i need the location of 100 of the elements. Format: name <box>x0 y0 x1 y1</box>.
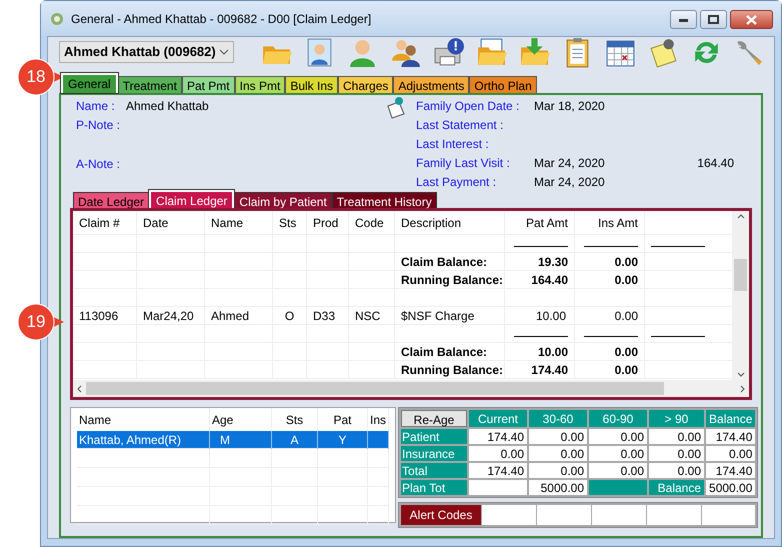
printer-icon[interactable] <box>432 36 465 68</box>
tab[interactable]: Charges <box>338 76 394 93</box>
table-cell: 0.00 <box>529 446 588 461</box>
table-cell: 174.40 <box>469 463 528 478</box>
maximize-icon <box>708 15 719 24</box>
field-value: 164.40 <box>697 154 735 172</box>
table-cell: 0.00 <box>575 271 645 289</box>
table-cell: 0.00 <box>649 446 704 461</box>
table-cell: Running Balance: <box>395 361 505 379</box>
alert-code-slot <box>702 505 756 525</box>
tab[interactable]: Bulk Ins <box>285 76 338 93</box>
table-cell: 174.40 <box>706 429 756 444</box>
column-header: Current <box>469 410 528 427</box>
chevron-down-icon <box>219 49 229 55</box>
tab[interactable]: Date Ledger <box>73 192 150 208</box>
tab[interactable]: Ortho Plan <box>469 76 537 93</box>
table-cell: 164.40 <box>505 271 575 289</box>
tab[interactable]: Claim by Patient <box>234 192 332 208</box>
column-header[interactable]: Ins Amt <box>575 211 645 234</box>
table-cell: 5000.00 <box>529 480 588 495</box>
tab[interactable]: Claim Ledger <box>149 190 234 208</box>
scroll-right-icon <box>740 384 745 392</box>
alert-code-slot <box>592 505 646 525</box>
list-row[interactable]: Khattab, Ahmed(R) M A Y <box>77 431 390 449</box>
column-header: Balance <box>706 410 756 427</box>
table-cell: 19.30 <box>505 253 575 271</box>
column-header[interactable]: Prod <box>307 211 349 234</box>
table-cell: 0.00 <box>529 463 588 478</box>
tab[interactable]: Treatment <box>118 76 182 93</box>
row-header: Insurance <box>401 446 468 461</box>
field-label: Family Open Date : <box>416 98 520 114</box>
column-header[interactable]: Code <box>349 211 395 234</box>
column-header[interactable]: Pat Amt <box>505 211 575 234</box>
field-value: Ahmed Khattab <box>126 98 209 114</box>
app-icon <box>49 10 65 26</box>
window-title: General - Ahmed Khattab - 009682 - D00 [Claim Ledger] <box>71 10 372 28</box>
table-cell: D33 <box>307 307 349 325</box>
column-header[interactable]: Name <box>205 211 273 234</box>
row-header: Total <box>401 463 468 478</box>
table-cell: 10.00 <box>505 307 575 325</box>
maximize-button[interactable] <box>700 10 727 29</box>
field-label: Name : <box>76 98 116 114</box>
table-cell: 0.00 <box>589 446 648 461</box>
close-icon <box>746 14 757 24</box>
table-cell: 0.00 <box>649 463 704 478</box>
scroll-up-icon <box>736 214 744 219</box>
scroll-thumb[interactable] <box>86 382 664 395</box>
field-label: Last Interest : <box>416 136 490 152</box>
minimize-icon <box>679 18 688 22</box>
tab[interactable]: Treatment History <box>332 192 437 208</box>
alert-code-slot <box>536 505 591 525</box>
table-cell: 174.40 <box>469 429 528 444</box>
scroll-thumb[interactable] <box>734 259 747 291</box>
table-cell: O <box>273 307 307 325</box>
alert-code-slot <box>482 505 536 525</box>
alert-codes-button[interactable]: Alert Codes <box>401 505 482 525</box>
table-cell: 0.00 <box>589 463 648 478</box>
table-cell: Running Balance: <box>395 271 505 289</box>
tab[interactable]: Ins Pmt <box>234 76 286 93</box>
field-label: P-Note : <box>76 116 122 134</box>
re-age-button[interactable]: Re-Age <box>401 410 468 427</box>
minimize-button[interactable] <box>670 10 697 29</box>
vertical-scrollbar[interactable] <box>732 211 749 380</box>
row-header: Plan Tot <box>401 480 468 495</box>
field-label: Last Statement : <box>416 116 504 134</box>
table-cell: 174.40 <box>505 361 575 379</box>
alert-code-slot <box>646 505 701 525</box>
horizontal-scrollbar[interactable] <box>73 380 749 397</box>
field-label: A-Note : <box>76 156 122 172</box>
field-label: Last Payment : <box>416 174 498 190</box>
table-cell: $NSF Charge <box>395 307 505 325</box>
close-button[interactable] <box>730 10 773 29</box>
table-cell: Ahmed <box>205 307 273 325</box>
row-header: Balance <box>649 480 704 495</box>
tab[interactable]: Pat Pmt <box>182 76 235 93</box>
field-value: Mar 24, 2020 <box>534 174 606 190</box>
field-value: Mar 18, 2020 <box>534 98 606 114</box>
table-cell: 0.00 <box>529 429 588 444</box>
table-cell: 5000.00 <box>706 480 756 495</box>
table-cell: 113096 <box>73 307 137 325</box>
row-header: Patient <box>401 429 468 444</box>
tab[interactable]: General <box>61 73 118 93</box>
table-cell: 0.00 <box>575 307 645 325</box>
scroll-down-icon <box>736 372 744 377</box>
table-cell: 0.00 <box>575 253 645 271</box>
table-cell: 0.00 <box>649 429 704 444</box>
table-cell: NSC <box>349 307 395 325</box>
tab[interactable]: Adjustments <box>393 76 470 93</box>
shaded-cell <box>589 480 648 495</box>
patient-dropdown[interactable]: Ahmed Khattab (009682) <box>59 41 234 63</box>
column-header[interactable]: Date <box>137 211 205 234</box>
scroll-left-icon <box>77 384 82 392</box>
column-header[interactable]: Sts <box>273 211 307 234</box>
field-value: Mar 24, 2020 <box>534 154 606 172</box>
table-cell: 0.00 <box>589 429 648 444</box>
column-header: 30-60 <box>529 410 588 427</box>
column-header[interactable]: Claim # <box>73 211 137 234</box>
table-cell: 10.00 <box>505 343 575 361</box>
column-header[interactable]: Description <box>395 211 505 234</box>
table-cell: Claim Balance: <box>395 343 505 361</box>
